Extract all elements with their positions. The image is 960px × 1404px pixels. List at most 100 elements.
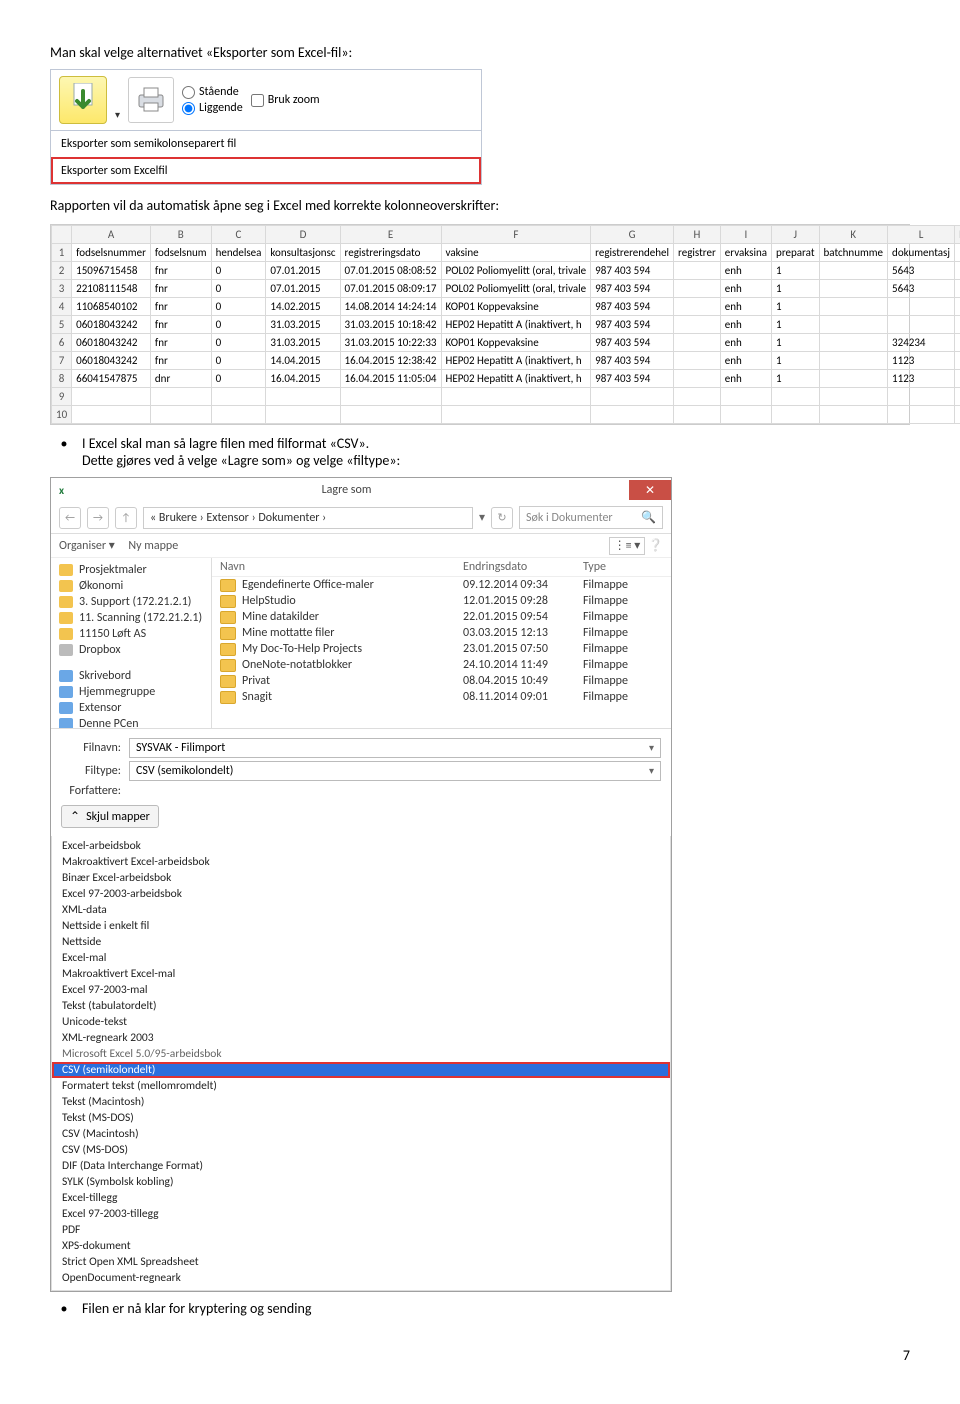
filetype-option[interactable]: Microsoft Excel 5.0/95-arbeidsbok [52,1046,670,1062]
col-header: C [211,226,266,244]
sidebar-item[interactable]: Økonomi [51,578,211,594]
close-button[interactable]: ✕ [629,480,671,500]
file-row[interactable]: OneNote-notatblokker24.10.2014 11:49Film… [212,657,671,673]
search-input[interactable]: Søk i Dokumenter 🔍 [519,506,663,529]
data-cell: 1 [772,316,819,334]
nav-up-button[interactable]: ↑ [115,507,137,529]
filetype-dropdown[interactable]: Excel-arbeidsbokMakroaktivert Excel-arbe… [51,836,671,1291]
radio-input[interactable] [182,86,195,99]
data-cell: 31.03.2015 [266,316,340,334]
data-cell: 15096715458 [72,262,151,280]
file-date: 08.11.2014 09:01 [463,690,583,704]
folder-tree[interactable]: ProsjektmalerØkonomi3. Support (172.21.2… [51,558,212,728]
file-row[interactable]: Mine datakilder22.01.2015 09:54Filmappe [212,609,671,625]
checkbox-input[interactable] [251,94,264,107]
sidebar-item[interactable]: Skrivebord [51,668,211,684]
filetype-option[interactable]: Tekst (MS-DOS) [52,1110,670,1126]
filename-input[interactable]: SYSVAK - Filimport ▾ [129,738,661,758]
filetype-option[interactable]: Makroaktivert Excel-mal [52,966,670,982]
file-row[interactable]: Snagit08.11.2014 09:01Filmappe [212,689,671,705]
filetype-option[interactable]: Formatert tekst (mellomromdelt) [52,1078,670,1094]
sidebar-item[interactable]: Hjemmegruppe [51,684,211,700]
filetype-option[interactable]: Excel-tillegg [52,1190,670,1206]
radio-staende[interactable]: Stående [182,85,243,99]
data-cell: 5643 [888,262,955,280]
checkbox-bruk-zoom[interactable]: Bruk zoom [251,93,320,107]
file-name: My Doc-To-Help Projects [242,642,362,656]
sidebar-item[interactable]: Dropbox [51,642,211,658]
data-cell: fnr [150,352,211,370]
filetype-option[interactable]: XML-data [52,902,670,918]
bullet-icon: • [50,435,68,469]
file-row[interactable]: Mine mottatte filer03.03.2015 12:13Filma… [212,625,671,641]
column-header-name[interactable]: Navn [220,560,463,574]
new-folder-button[interactable]: Ny mappe [128,539,178,553]
sidebar-item[interactable]: 3. Support (172.21.2.1) [51,594,211,610]
breadcrumb[interactable]: « Brukere › Extensor › Dokumenter › [143,507,473,529]
filetype-option[interactable]: Excel 97-2003-mal [52,982,670,998]
filetype-option[interactable]: OpenDocument-regneark [52,1270,670,1286]
chevron-down-icon: ▾ [649,741,654,755]
data-cell: 14.02.2015 [266,298,340,316]
view-icon[interactable]: ⋮≡ ▾ [609,537,646,555]
file-row[interactable]: Egendefinerte Office-maler09.12.2014 09:… [212,577,671,593]
file-row[interactable]: My Doc-To-Help Projects23.01.2015 07:50F… [212,641,671,657]
sidebar-item[interactable]: Denne PCen [51,716,211,728]
sidebar-item[interactable]: 11. Scanning (172.21.2.1) [51,610,211,626]
data-cell: 0 [211,334,266,352]
column-header-type[interactable]: Type [583,560,663,574]
sidebar-item[interactable]: 11150 Løft AS [51,626,211,642]
filetype-option[interactable]: Excel-mal [52,950,670,966]
data-cell: 1 [772,280,819,298]
filetype-option[interactable]: Excel-arbeidsbok [52,838,670,854]
filetype-option[interactable]: Unicode-tekst [52,1014,670,1030]
filetype-option[interactable]: CSV (Macintosh) [52,1126,670,1142]
col-header: L [888,226,955,244]
filetype-option[interactable]: Nettside [52,934,670,950]
file-type: Filmappe [583,674,663,688]
filetype-select[interactable]: CSV (semikolondelt) ▾ [129,761,661,781]
data-cell: dnr [150,370,211,388]
radio-input[interactable] [182,102,195,115]
filetype-option[interactable]: Excel 97-2003-arbeidsbok [52,886,670,902]
data-cell: KOP01 Koppevaksine [441,298,591,316]
filetype-option[interactable]: CSV (MS-DOS) [52,1142,670,1158]
folder-icon [220,595,236,608]
hide-folders-button[interactable]: ⌃ Skjul mapper [61,805,159,828]
filetype-option[interactable]: Tekst (Macintosh) [52,1094,670,1110]
filetype-option[interactable]: Tekst (tabulatordelt) [52,998,670,1014]
filetype-option[interactable]: Makroaktivert Excel-arbeidsbok [52,854,670,870]
folder-icon [59,580,73,592]
filetype-option[interactable]: XPS-dokument [52,1238,670,1254]
sidebar-item[interactable]: Prosjektmaler [51,562,211,578]
filetype-option[interactable]: Nettside i enkelt fil [52,918,670,934]
nav-forward-button[interactable]: → [87,507,109,529]
organise-menu[interactable]: Organiser ▾ [59,539,115,553]
export-semicolon-option[interactable]: Eksporter som semikolonseparert fil [51,131,481,157]
filetype-option[interactable]: PDF [52,1222,670,1238]
data-cell [819,406,888,424]
filetype-option[interactable]: DIF (Data Interchange Format) [52,1158,670,1174]
sidebar-item[interactable]: Extensor [51,700,211,716]
filetype-option[interactable]: Strict Open XML Spreadsheet [52,1254,670,1270]
file-row[interactable]: Privat08.04.2015 10:49Filmappe [212,673,671,689]
help-icon[interactable]: ❔ [648,539,663,553]
filetype-option[interactable]: XML-regneark 2003 [52,1030,670,1046]
refresh-button[interactable]: ↻ [491,507,513,529]
column-header-date[interactable]: Endringsdato [463,560,583,574]
sidebar-label: Skrivebord [79,669,131,683]
data-cell: 14.04.2015 [266,352,340,370]
filetype-option[interactable]: Excel 97-2003-tillegg [52,1206,670,1222]
export-excel-option[interactable]: Eksporter som Excelfil [51,157,481,184]
data-cell [674,406,721,424]
radio-liggende[interactable]: Liggende [182,101,243,115]
filetype-option[interactable]: CSV (semikolondelt) [52,1062,670,1078]
filetype-option[interactable]: SYLK (Symbolsk kobling) [52,1174,670,1190]
data-cell [819,388,888,406]
nav-back-button[interactable]: ← [59,507,81,529]
file-row[interactable]: HelpStudio12.01.2015 09:28Filmappe [212,593,671,609]
sidebar-item[interactable] [51,658,211,668]
folder-icon [220,579,236,592]
filetype-option[interactable]: Binær Excel-arbeidsbok [52,870,670,886]
file-type: Filmappe [583,578,663,592]
